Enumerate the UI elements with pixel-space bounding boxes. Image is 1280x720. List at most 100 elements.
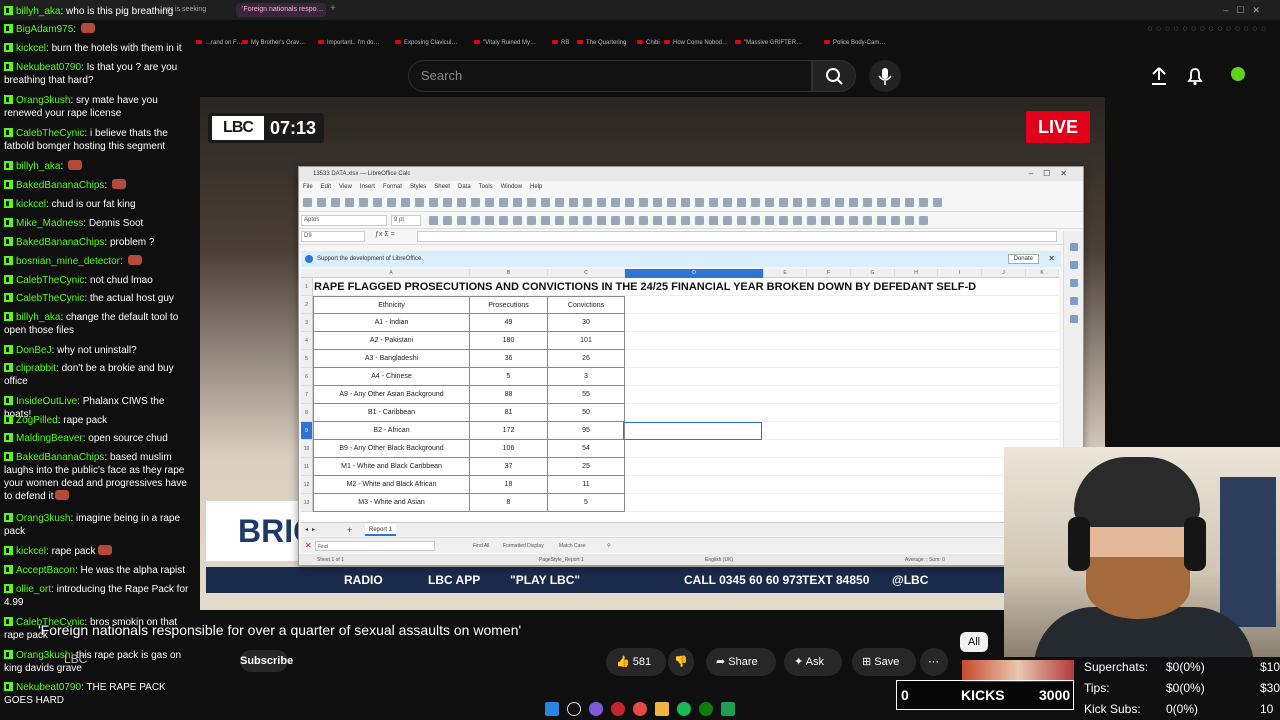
toolbar-icon[interactable] xyxy=(527,198,536,207)
toolbar-icon[interactable] xyxy=(555,198,564,207)
format-toolbar-icon[interactable] xyxy=(611,216,620,225)
format-toolbar-icon[interactable] xyxy=(583,216,592,225)
format-toolbar-icon[interactable] xyxy=(905,216,914,225)
spotify-icon[interactable] xyxy=(677,702,691,716)
row-header[interactable]: 1 xyxy=(301,278,312,296)
format-toolbar-icon[interactable] xyxy=(541,216,550,225)
format-toolbar-icon[interactable] xyxy=(681,216,690,225)
format-toolbar-icon[interactable] xyxy=(835,216,844,225)
xbox-icon[interactable] xyxy=(699,702,713,716)
toolbar-icon[interactable] xyxy=(835,198,844,207)
row-header[interactable]: 5 xyxy=(301,350,312,368)
toolbar-icon[interactable] xyxy=(667,198,676,207)
bookmark[interactable]: …rand on F… xyxy=(196,40,243,46)
toolbar-icon[interactable] xyxy=(373,198,382,207)
chat-username[interactable]: kickcel xyxy=(16,199,46,210)
properties-icon[interactable] xyxy=(1070,243,1078,251)
chat-username[interactable]: ollie_ort xyxy=(16,584,51,595)
toolbar-icon[interactable] xyxy=(387,198,396,207)
toolbar-icon[interactable] xyxy=(639,198,648,207)
chat-username[interactable]: bosnian_mine_detector xyxy=(16,256,120,267)
format-toolbar-icon[interactable] xyxy=(499,216,508,225)
toolbar-icon[interactable] xyxy=(499,198,508,207)
format-toolbar-icon[interactable] xyxy=(863,216,872,225)
menu-file[interactable]: File xyxy=(303,184,313,190)
subscribe-button[interactable]: Subscribe xyxy=(240,650,293,672)
extension-icons[interactable]: ◌◌◌◌◌◌◌◌◌◌◌◌◌◌ xyxy=(1147,24,1270,33)
chat-username[interactable]: Orang3kush xyxy=(16,650,70,661)
bookmark[interactable]: Important.. I'm do… xyxy=(318,40,380,46)
libreoffice-calc-window[interactable]: 13533 DATA.xlsx — LibreOffice Calc –☐✕ F… xyxy=(298,166,1084,566)
name-box[interactable]: D9 xyxy=(301,231,365,242)
save-button[interactable]: ⊞ Save xyxy=(852,648,916,676)
column-header[interactable]: J xyxy=(982,269,1026,278)
format-toolbar-icon[interactable] xyxy=(653,216,662,225)
ethnicity-cell[interactable]: A2 - Pakistani xyxy=(313,332,470,350)
format-toolbar-icon[interactable] xyxy=(919,216,928,225)
search-icon[interactable] xyxy=(567,702,581,716)
chat-username[interactable]: BakedBananaChips xyxy=(16,237,104,248)
toolbar-icon[interactable] xyxy=(401,198,410,207)
toolbar-icon[interactable] xyxy=(541,198,550,207)
sheet-tab-report-1[interactable]: Report 1 xyxy=(365,524,397,536)
bookmark[interactable]: How Come Nobod… xyxy=(664,40,728,46)
format-toolbar-icon[interactable] xyxy=(779,216,788,225)
format-toolbar-icon[interactable] xyxy=(471,216,480,225)
bookmark[interactable]: The Quartering xyxy=(577,40,626,46)
ethnicity-cell[interactable]: M1 - White and Black Caribbean xyxy=(313,458,470,476)
chat-username[interactable]: billyh_aka xyxy=(16,312,60,323)
chat-username[interactable]: kickcel xyxy=(16,546,46,557)
row-header-selected[interactable]: 9 xyxy=(301,422,312,440)
chat-username[interactable]: BakedBananaChips xyxy=(16,452,104,463)
format-toolbar-icon[interactable] xyxy=(807,216,816,225)
navigator-icon[interactable] xyxy=(1070,297,1078,305)
chat-username[interactable]: InsideOutLive xyxy=(16,396,77,407)
close-find-icon[interactable]: ✕ xyxy=(305,538,312,554)
bookmark[interactable]: RB xyxy=(552,40,569,46)
toolbar-icon[interactable] xyxy=(597,198,606,207)
spreadsheet-grid[interactable]: A B C D E F G H I J K 1 2 3 4 5 6 7 8 9 … xyxy=(301,269,1059,521)
find-all-button[interactable]: Find All xyxy=(473,538,489,554)
row-header[interactable]: 13 xyxy=(301,494,312,512)
font-size-box[interactable]: 9 pt xyxy=(391,215,421,226)
format-toolbar-icon[interactable] xyxy=(737,216,746,225)
account-avatar[interactable] xyxy=(1226,64,1250,88)
prosecutions-cell[interactable]: 180 xyxy=(470,332,548,350)
chat-username[interactable]: CalebTheCynic xyxy=(16,293,84,304)
convictions-cell[interactable]: 26 xyxy=(548,350,625,368)
toolbar-icon[interactable] xyxy=(779,198,788,207)
chat-username[interactable]: billyh_aka xyxy=(16,6,60,17)
share-button[interactable]: ➦ Share xyxy=(706,648,776,676)
toolbar-icon[interactable] xyxy=(317,198,326,207)
ethnicity-cell[interactable]: B9 - Any Other Black Background xyxy=(313,440,470,458)
column-header[interactable]: C xyxy=(548,269,625,278)
dislike-button[interactable]: 👎 xyxy=(668,648,694,676)
sheet-title-cell[interactable]: RAPE FLAGGED PROSECUTIONS AND CONVICTION… xyxy=(313,278,1059,296)
toolbar-icon[interactable] xyxy=(303,198,312,207)
convictions-cell[interactable]: 25 xyxy=(548,458,625,476)
chat-username[interactable]: Orang3kush xyxy=(16,95,70,106)
chat-username[interactable]: Nekubeat0790 xyxy=(16,62,81,73)
close-icon[interactable]: ✕ xyxy=(1048,251,1055,267)
menu-help[interactable]: Help xyxy=(530,184,542,190)
search-button[interactable] xyxy=(812,60,856,92)
format-toolbar-icon[interactable] xyxy=(513,216,522,225)
new-tab-icon[interactable]: + xyxy=(330,3,336,14)
folder-icon[interactable] xyxy=(655,702,669,716)
format-toolbar-icon[interactable] xyxy=(443,216,452,225)
format-toolbar-icon[interactable] xyxy=(597,216,606,225)
chat-username[interactable]: billyh_aka xyxy=(16,161,60,172)
ethnicity-cell[interactable]: B1 - Caribbean xyxy=(313,404,470,422)
ethnicity-cell[interactable]: B2 - African xyxy=(313,422,470,440)
cell-area[interactable]: RAPE FLAGGED PROSECUTIONS AND CONVICTION… xyxy=(313,278,1059,512)
format-toolbar-icon[interactable] xyxy=(849,216,858,225)
menu-view[interactable]: View xyxy=(339,184,352,190)
toolbar-icon[interactable] xyxy=(863,198,872,207)
toolbar-icon[interactable] xyxy=(919,198,928,207)
prosecutions-cell[interactable]: 172 xyxy=(470,422,548,440)
row-header[interactable]: 2 xyxy=(301,296,312,314)
row-header[interactable]: 10 xyxy=(301,440,312,458)
header-cell-prosecutions[interactable]: Prosecutions xyxy=(470,296,548,314)
toolbar-icon[interactable] xyxy=(765,198,774,207)
toolbar-icon[interactable] xyxy=(737,198,746,207)
